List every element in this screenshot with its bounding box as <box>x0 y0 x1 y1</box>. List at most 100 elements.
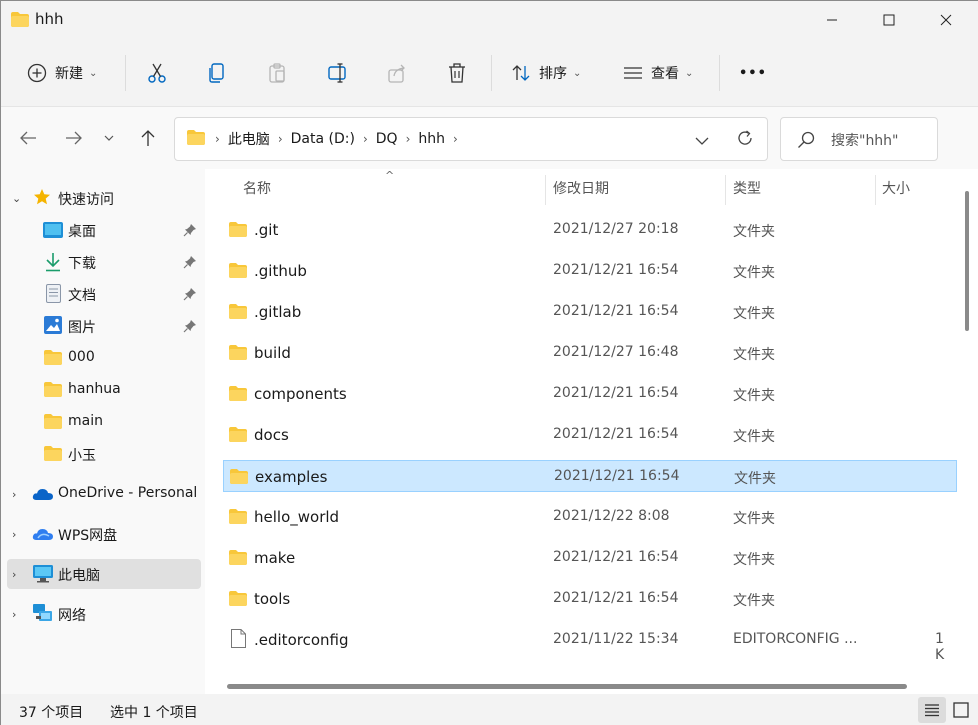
sidebar-item-wps[interactable]: › WPS网盘 <box>1 519 205 549</box>
chevron-right-icon[interactable]: › <box>12 608 16 621</box>
view-button[interactable]: 查看 ⌄ <box>623 53 693 93</box>
minimize-button[interactable] <box>801 1 863 39</box>
vertical-scrollbar-thumb[interactable] <box>965 191 969 331</box>
table-row[interactable]: examples 2021/12/21 16:54 文件夹 <box>223 460 957 492</box>
sidebar-item-quick-access[interactable]: ⌄ 快速访问 <box>1 183 205 213</box>
refresh-icon <box>738 130 752 145</box>
table-row[interactable]: components 2021/12/21 16:54 文件夹 <box>223 378 957 410</box>
table-row[interactable]: .gitlab 2021/12/21 16:54 文件夹 <box>223 296 957 328</box>
column-header-type[interactable]: 类型 <box>733 169 761 207</box>
sort-ascending-icon: ^ <box>385 169 395 182</box>
pictures-icon <box>44 316 62 338</box>
breadcrumb-data-drive[interactable]: Data (D:) <box>291 131 355 147</box>
file-type: 文件夹 <box>733 593 775 609</box>
selected-count: 选中 1 个项目 <box>110 705 198 721</box>
sidebar-item-network[interactable]: › 网络 <box>1 599 205 629</box>
sidebar-item-downloads[interactable]: 下载 <box>1 247 205 277</box>
breadcrumb-dq[interactable]: DQ <box>376 131 398 147</box>
chevron-right-icon[interactable]: › <box>12 568 16 581</box>
new-button[interactable]: 新建 ⌄ <box>27 53 97 93</box>
file-type: 文件夹 <box>733 552 775 568</box>
delete-button[interactable] <box>447 53 467 93</box>
desktop-icon <box>43 222 63 242</box>
breadcrumb-this-pc[interactable]: 此电脑 <box>228 129 270 149</box>
table-row[interactable]: make 2021/12/21 16:54 文件夹 <box>223 542 957 574</box>
search-input[interactable]: 搜索"hhh" <box>831 130 899 150</box>
recent-locations-button[interactable] <box>99 125 119 151</box>
address-dropdown-button[interactable] <box>695 132 709 150</box>
folder-icon <box>229 304 247 323</box>
chevron-right-icon[interactable]: › <box>12 528 16 541</box>
chevron-down-icon[interactable]: ⌄ <box>12 192 21 205</box>
rename-button[interactable] <box>327 53 349 93</box>
file-list: ^ 名称 修改日期 类型 大小 .git 2021/12/27 20:18 文件夹.… <box>205 169 978 694</box>
arrow-left-icon <box>20 131 36 145</box>
pin-icon <box>183 223 197 241</box>
folder-icon <box>229 509 247 528</box>
folder-icon <box>230 469 248 488</box>
search-box[interactable]: 搜索"hhh" <box>780 117 938 161</box>
sidebar-item-main[interactable]: main <box>1 407 205 437</box>
table-row[interactable]: .github 2021/12/21 16:54 文件夹 <box>223 255 957 287</box>
tiles-view-button[interactable] <box>947 697 975 723</box>
rename-icon <box>328 63 346 83</box>
sidebar-item-label: OneDrive - Personal <box>58 485 198 501</box>
column-header-size[interactable]: 大小 <box>882 169 910 207</box>
chevron-right-icon[interactable]: › <box>12 488 16 501</box>
column-divider[interactable] <box>875 175 876 205</box>
file-date: 2021/12/21 16:54 <box>554 468 680 484</box>
sidebar-item-000[interactable]: 000 <box>1 343 205 373</box>
sidebar-item-this-pc[interactable]: › 此电脑 <box>7 559 201 589</box>
horizontal-scrollbar-thumb[interactable] <box>227 684 907 689</box>
address-bar[interactable]: › 此电脑 › Data (D:) › DQ › hhh › <box>174 117 768 161</box>
sidebar-item-onedrive[interactable]: › OneDrive - Personal <box>1 479 205 509</box>
plus-circle-icon <box>27 63 47 83</box>
paste-button[interactable] <box>267 53 287 93</box>
sort-button[interactable]: 排序 ⌄ <box>511 53 581 93</box>
sidebar-item-label: 下载 <box>68 256 96 272</box>
share-button[interactable] <box>387 53 407 93</box>
sidebar-item-xiaoyu[interactable]: 小玉 <box>1 439 205 469</box>
details-view-button[interactable] <box>918 697 946 723</box>
sidebar-item-desktop[interactable]: 桌面 <box>1 215 205 245</box>
file-type: 文件夹 <box>733 429 775 445</box>
sidebar-item-label: 图片 <box>68 320 96 336</box>
folder-icon <box>229 386 247 405</box>
table-row[interactable]: .editorconfig 2021/11/22 15:34 EDITORCONFI… <box>223 624 957 663</box>
file-date: 2021/12/27 16:48 <box>553 344 679 360</box>
cut-button[interactable] <box>147 53 167 93</box>
table-row[interactable]: docs 2021/12/21 16:54 文件夹 <box>223 419 957 451</box>
sidebar-item-label: 网络 <box>58 608 86 624</box>
star-icon <box>33 188 51 210</box>
sidebar-item-documents[interactable]: 文档 <box>1 279 205 309</box>
breadcrumb: › 此电脑 › Data (D:) › DQ › hhh › <box>187 129 460 149</box>
column-divider[interactable] <box>545 175 546 205</box>
maximize-button[interactable] <box>858 1 920 39</box>
sidebar-item-label: 此电脑 <box>58 568 100 584</box>
refresh-button[interactable] <box>736 129 754 151</box>
column-header-date[interactable]: 修改日期 <box>553 169 609 207</box>
column-divider[interactable] <box>725 175 726 205</box>
copy-button[interactable] <box>207 53 227 93</box>
up-button[interactable] <box>135 125 161 151</box>
column-header-name[interactable]: 名称 <box>243 169 271 207</box>
sidebar-item-pictures[interactable]: 图片 <box>1 311 205 341</box>
file-type: 文件夹 <box>734 471 776 487</box>
forward-button[interactable] <box>61 125 87 151</box>
chevron-right-icon: › <box>362 132 368 146</box>
pin-icon <box>183 287 197 305</box>
table-row[interactable]: .git 2021/12/27 20:18 文件夹 <box>223 214 957 246</box>
command-bar: 新建 ⌄ 排序 ⌄ 查看 ⌄ ••• <box>1 41 978 107</box>
table-row[interactable]: hello_world 2021/12/22 8:08 文件夹 <box>223 501 957 533</box>
table-row[interactable]: tools 2021/12/21 16:54 文件夹 <box>223 583 957 615</box>
pin-icon <box>183 255 197 273</box>
more-icon: ••• <box>739 65 767 81</box>
close-button[interactable] <box>915 1 977 39</box>
sidebar-item-hanhua[interactable]: hanhua <box>1 375 205 405</box>
table-row[interactable]: build 2021/12/27 16:48 文件夹 <box>223 337 957 369</box>
breadcrumb-hhh[interactable]: hhh <box>418 131 445 147</box>
back-button[interactable] <box>15 125 41 151</box>
more-button[interactable]: ••• <box>739 53 767 93</box>
file-name: .github <box>254 262 307 280</box>
cloud-icon <box>32 487 54 505</box>
